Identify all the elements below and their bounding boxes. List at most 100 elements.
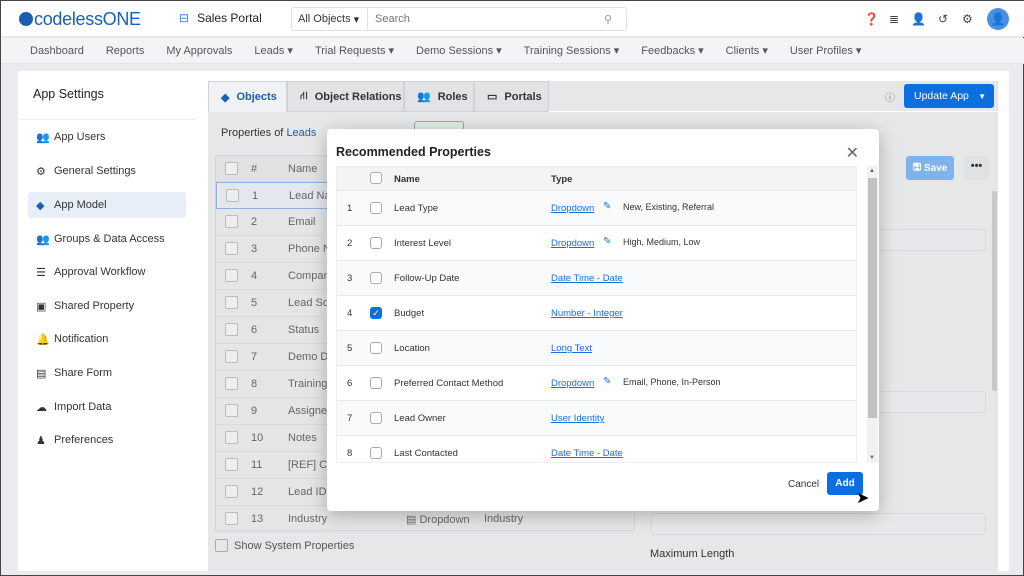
nav-feedbacks[interactable]: Feedbacks ▾ bbox=[641, 44, 703, 57]
row-checkbox[interactable] bbox=[225, 377, 238, 390]
tab-objects[interactable]: ◆ Objects bbox=[208, 81, 287, 112]
scroll-down-icon[interactable]: ▼ bbox=[869, 455, 875, 461]
nav-dashboard[interactable]: Dashboard bbox=[30, 45, 84, 57]
row-checkbox[interactable] bbox=[225, 242, 238, 255]
sidebar-item-preferences[interactable]: ♟ Preferences bbox=[28, 427, 186, 453]
sidebar-item-app-users[interactable]: 👥 App Users bbox=[28, 124, 186, 150]
main-nav: Dashboard Reports My Approvals Leads ▾ T… bbox=[1, 38, 1024, 64]
nav-leads[interactable]: Leads ▾ bbox=[254, 44, 293, 57]
nav-user-profiles[interactable]: User Profiles ▾ bbox=[790, 44, 862, 57]
show-system-properties[interactable]: Show System Properties bbox=[215, 539, 354, 552]
select-all-checkbox[interactable] bbox=[225, 162, 238, 175]
cancel-button[interactable]: Cancel bbox=[788, 479, 819, 490]
nav-clients[interactable]: Clients ▾ bbox=[726, 44, 768, 57]
history-icon[interactable]: ↺ bbox=[938, 12, 948, 26]
row-checkbox[interactable] bbox=[225, 512, 238, 525]
row-checkbox[interactable] bbox=[225, 296, 238, 309]
row-checkbox[interactable] bbox=[225, 215, 238, 228]
database-icon[interactable]: ≣ bbox=[889, 12, 899, 26]
dropdown-options: High, Medium, Low bbox=[623, 237, 701, 247]
row-checkbox[interactable] bbox=[226, 189, 239, 202]
edit-icon[interactable]: ✎ bbox=[603, 201, 611, 212]
more-options-button[interactable]: ••• bbox=[964, 156, 989, 180]
nav-my-approvals[interactable]: My Approvals bbox=[166, 45, 232, 57]
row-checkbox[interactable] bbox=[225, 323, 238, 336]
row-name: Demo D bbox=[288, 351, 329, 363]
row-checkbox[interactable] bbox=[370, 342, 382, 354]
cloud-upload-icon: ☁ bbox=[36, 401, 47, 414]
table-row: 5 Location Long Text bbox=[337, 330, 856, 365]
nav-demo-sessions[interactable]: Demo Sessions ▾ bbox=[416, 44, 502, 57]
property-type-link[interactable]: Long Text bbox=[551, 343, 592, 354]
sidebar-item-share-form[interactable]: ▤ Share Form bbox=[28, 360, 186, 386]
search-scope-select[interactable]: All Objects ▾ bbox=[292, 8, 368, 30]
property-type-link[interactable]: Date Time - Date bbox=[551, 273, 623, 284]
row-checkbox[interactable] bbox=[370, 272, 382, 284]
tab-label: Object Relations bbox=[314, 90, 402, 103]
row-checkbox[interactable] bbox=[225, 350, 238, 363]
gear-icon[interactable]: ⚙ bbox=[962, 12, 973, 26]
property-type-link[interactable]: Dropdown bbox=[551, 203, 594, 214]
search-icon[interactable]: ⚲ bbox=[604, 13, 626, 26]
nav-trial-requests[interactable]: Trial Requests ▾ bbox=[315, 44, 394, 57]
sidebar-item-approval-workflow[interactable]: ☰ Approval Workflow bbox=[28, 259, 186, 285]
row-number: 10 bbox=[251, 432, 264, 444]
update-app-button[interactable]: Update App ▼ bbox=[904, 84, 994, 108]
tab-label: Roles bbox=[437, 90, 468, 103]
row-checkbox[interactable] bbox=[370, 377, 382, 389]
tab-roles[interactable]: 👥 Roles bbox=[404, 81, 474, 112]
nav-training-sessions[interactable]: Training Sessions ▾ bbox=[524, 44, 620, 57]
row-checkbox[interactable] bbox=[225, 458, 238, 471]
edit-icon[interactable]: ✎ bbox=[603, 236, 611, 247]
row-checkbox[interactable] bbox=[370, 237, 382, 249]
row-checkbox[interactable] bbox=[370, 447, 382, 459]
users-icon: 👥 bbox=[36, 131, 50, 144]
row-number: 6 bbox=[347, 378, 353, 389]
chevron-down-icon[interactable]: ▼ bbox=[978, 92, 986, 101]
close-icon[interactable]: ✕ bbox=[846, 143, 859, 163]
table-row: 1 Lead Type Dropdown ✎ New, Existing, Referr… bbox=[337, 190, 856, 225]
property-type-link[interactable]: Dropdown bbox=[551, 378, 594, 389]
sidebar-item-import-data[interactable]: ☁ Import Data bbox=[28, 394, 186, 420]
row-checkbox[interactable] bbox=[370, 412, 382, 424]
tab-portals[interactable]: ▭ Portals bbox=[474, 81, 549, 112]
row-checkbox[interactable] bbox=[225, 269, 238, 282]
row-name: Notes bbox=[288, 432, 317, 444]
nav-reports[interactable]: Reports bbox=[106, 45, 145, 57]
sidebar-item-shared-property[interactable]: ▣ Shared Property bbox=[28, 293, 186, 319]
property-type-link[interactable]: Number - Integer bbox=[551, 308, 623, 319]
row-checkbox[interactable]: ✓ bbox=[370, 307, 382, 319]
info-icon[interactable]: ⓘ bbox=[885, 89, 895, 104]
row-checkbox[interactable] bbox=[225, 404, 238, 417]
row-checkbox[interactable] bbox=[225, 485, 238, 498]
sidebar-item-notification[interactable]: 🔔 Notification bbox=[28, 326, 186, 352]
form-icon: ▤ bbox=[36, 367, 47, 380]
select-all-checkbox[interactable] bbox=[370, 172, 382, 184]
save-button[interactable]: 🖫 Save bbox=[906, 156, 954, 180]
add-user-icon[interactable]: 👤 bbox=[911, 12, 926, 26]
avatar[interactable]: 👤 bbox=[987, 8, 1009, 30]
scrollbar-thumb[interactable] bbox=[868, 178, 877, 418]
scrollbar[interactable] bbox=[992, 191, 997, 391]
show-system-checkbox[interactable] bbox=[215, 539, 228, 552]
recommended-properties-table: Name Type 1 Lead Type Dropdown ✎ New, Existi… bbox=[336, 166, 857, 463]
sidebar-item-groups-data-access[interactable]: 👥 Groups & Data Access bbox=[28, 226, 186, 252]
property-type-link[interactable]: Dropdown bbox=[551, 238, 594, 249]
row-checkbox[interactable] bbox=[225, 431, 238, 444]
codelessone-logo[interactable]: codelessONE bbox=[19, 9, 141, 30]
property-type-link[interactable]: User Identity bbox=[551, 413, 604, 424]
edit-icon[interactable]: ✎ bbox=[603, 376, 611, 387]
sidebar-item-general-settings[interactable]: ⚙ General Settings bbox=[28, 158, 186, 184]
help-icon[interactable]: ❓ bbox=[864, 12, 879, 26]
sidebar-item-label: Notification bbox=[54, 333, 109, 345]
search-input[interactable] bbox=[368, 13, 604, 25]
scroll-up-icon[interactable]: ▲ bbox=[869, 168, 875, 174]
sidebar-item-app-model[interactable]: ◆ App Model bbox=[28, 192, 186, 218]
property-type-link[interactable]: Date Time - Date bbox=[551, 448, 623, 459]
tab-object-relations[interactable]: ⛙ Object Relations bbox=[287, 81, 404, 112]
row-checkbox[interactable] bbox=[370, 202, 382, 214]
sidebar-item-label: Groups & Data Access bbox=[54, 233, 165, 245]
property-field-input[interactable] bbox=[651, 513, 986, 535]
app-name[interactable]: ⊟ Sales Portal bbox=[179, 11, 262, 25]
scrollbar[interactable]: ▲ ▼ bbox=[867, 166, 878, 463]
